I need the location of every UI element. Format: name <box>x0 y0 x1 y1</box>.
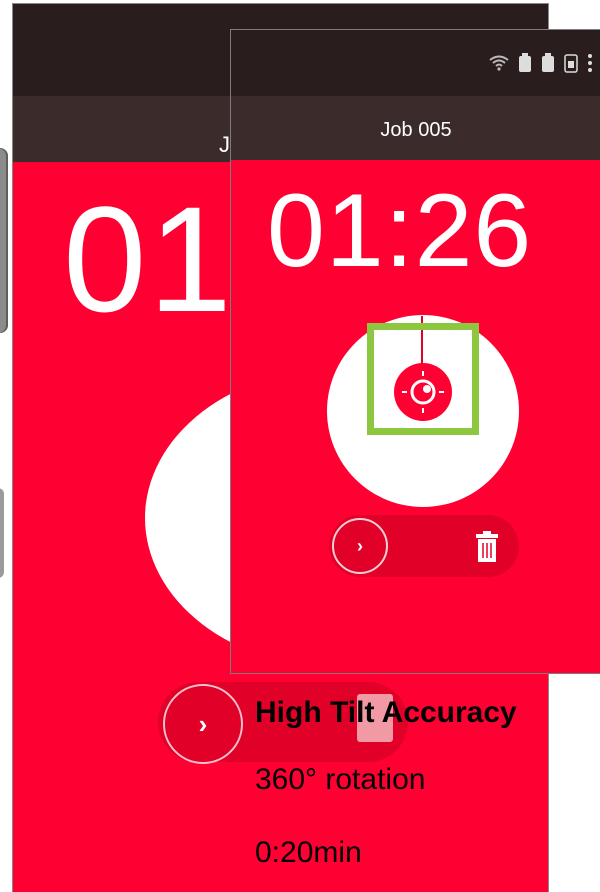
trash-icon[interactable] <box>475 531 499 563</box>
highlight-box <box>367 323 479 435</box>
front-phone-screen: Job 005 01:26 › <box>230 29 600 674</box>
next-button[interactable]: › <box>332 518 388 574</box>
chevron-right-icon: › <box>198 708 208 739</box>
feature-headline: High Tilt Accuracy <box>255 696 517 729</box>
feature-duration: 0:20min <box>255 836 362 869</box>
background-device-edge <box>0 488 4 578</box>
battery-icon <box>519 53 531 72</box>
back-timer: 01 <box>63 175 234 343</box>
more-vert-icon[interactable] <box>587 52 593 74</box>
page-title: Job 005 <box>380 119 452 141</box>
status-icons <box>489 52 593 74</box>
wifi-icon <box>489 55 509 71</box>
feature-rotation: 360° rotation <box>255 763 426 796</box>
timer-display: 01:26 <box>267 173 533 289</box>
battery-icon <box>542 53 554 72</box>
background-device-edge <box>0 148 8 333</box>
chevron-right-icon: › <box>357 535 363 556</box>
sd-card-icon <box>564 54 578 73</box>
back-title: J <box>219 132 230 157</box>
back-next-button[interactable]: › <box>163 684 243 764</box>
